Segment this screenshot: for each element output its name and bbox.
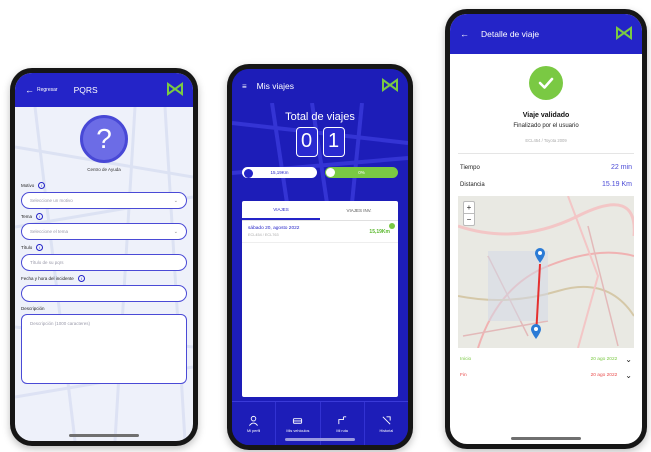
tab-viajes-inv[interactable]: VIAJES INV. — [320, 201, 398, 220]
descripcion-textarea[interactable]: Descripción (1000 caracteres) — [21, 314, 187, 384]
trips-card: VIAJES VIAJES INV. sábado 20, agosto 202… — [242, 201, 398, 397]
app-logo-icon — [167, 82, 183, 96]
detalle-app-bar: ← Detalle de viaje — [450, 14, 642, 54]
counter-digit: 0 — [295, 127, 318, 157]
viajes-screen: ≡ Mis viajes Total de viajes 0 1 15,19Km… — [232, 69, 408, 445]
distance-row: Distancia 15.19 Km — [450, 181, 642, 188]
titulo-input[interactable]: Título de su pqrs — [21, 254, 187, 271]
motivo-label: Motivo — [21, 183, 35, 188]
tab-viajes[interactable]: VIAJES — [242, 201, 320, 220]
destination-pin-icon[interactable] — [530, 324, 542, 340]
map-tiles — [458, 196, 634, 348]
route-icon — [338, 415, 346, 424]
counter-digit: 1 — [322, 127, 345, 157]
trip-list-item[interactable]: sábado 20, agosto 2022 ECL454 / ECL763 1… — [242, 221, 398, 243]
distance-icon — [244, 169, 253, 178]
time-row: Tiempo 22 min — [450, 164, 642, 171]
check-icon — [529, 66, 563, 100]
fecha-label: Fecha y hora del incidente — [21, 276, 74, 281]
phone-pqrs: ← Regresar PQRS ? Centro de Ayuda Motivo… — [10, 68, 198, 446]
trip-distance: 15,19Km — [369, 229, 390, 235]
chevron-down-icon[interactable]: ⌄ — [625, 355, 632, 364]
titulo-label: Título — [21, 245, 33, 250]
phone-mis-viajes: ≡ Mis viajes Total de viajes 0 1 15,19Km… — [227, 64, 413, 450]
distance-label: Distancia — [460, 181, 485, 188]
tema-label: Tema — [21, 214, 33, 219]
divider — [458, 153, 634, 154]
info-icon[interactable]: i — [77, 275, 85, 282]
chevron-down-icon: ⌄ — [173, 197, 178, 204]
trip-counter: 0 1 — [232, 127, 408, 157]
home-indicator — [285, 438, 355, 441]
status-subtitle: Finalizado por el usuario — [513, 123, 579, 129]
app-logo-icon — [382, 78, 398, 92]
menu-icon[interactable]: ≡ — [242, 82, 247, 91]
person-icon — [249, 415, 259, 426]
route-map[interactable]: + − — [458, 196, 634, 348]
car-icon — [293, 417, 303, 424]
help-center[interactable]: ? Centro de Ayuda — [15, 107, 193, 172]
zoom-in-button[interactable]: + — [464, 202, 474, 214]
back-label[interactable]: Regresar — [37, 87, 58, 93]
pqrs-app-bar: ← Regresar PQRS — [15, 73, 193, 107]
page-title: Mis viajes — [256, 81, 294, 91]
history-icon — [382, 415, 391, 424]
time-value: 22 min — [610, 164, 632, 171]
pqrs-screen: ← Regresar PQRS ? Centro de Ayuda Motivo… — [15, 73, 193, 441]
trips-tabs: VIAJES VIAJES INV. — [242, 201, 398, 221]
page-title: PQRS — [73, 85, 98, 95]
start-label: Inicio — [460, 357, 472, 362]
km-pill: 15,19Km — [242, 167, 317, 178]
end-label: Fin — [460, 373, 467, 378]
total-trips-label: Total de viajes — [285, 111, 355, 123]
phone-detalle-viaje: ← Detalle de viaje Viaje validado Finali… — [445, 9, 647, 449]
nav-mi-perfil[interactable]: Mi perfil — [232, 402, 277, 445]
chevron-down-icon: ⌄ — [173, 228, 178, 235]
descripcion-label: Descripción — [21, 306, 45, 311]
fecha-input[interactable] — [21, 285, 187, 302]
info-icon[interactable]: i — [36, 213, 44, 220]
info-icon[interactable]: i — [38, 182, 46, 189]
app-logo-icon — [616, 26, 632, 40]
back-arrow-icon[interactable]: ← — [25, 85, 34, 95]
viajes-app-bar: ≡ Mis viajes — [232, 69, 408, 103]
zoom-control: + − — [463, 201, 475, 226]
page-title: Detalle de viaje — [481, 29, 540, 39]
percent-pill: 0% — [325, 167, 398, 178]
distance-value: 15.19 Km — [602, 181, 632, 188]
end-row[interactable]: Fin 20 ago 2022 ⌄ — [450, 371, 642, 380]
home-indicator — [69, 434, 139, 437]
start-row[interactable]: Inicio 20 ago 2022 ⌄ — [450, 355, 642, 364]
status-title: Viaje validado — [522, 112, 570, 119]
origin-pin-icon[interactable] — [534, 248, 546, 264]
zoom-out-button[interactable]: − — [464, 214, 474, 225]
motivo-select[interactable]: Seleccione un motivo ⌄ — [21, 192, 187, 209]
home-indicator — [511, 437, 581, 440]
pqrs-form: Motivo i Seleccione un motivo ⌄ Tema i Sele… — [15, 172, 193, 384]
start-date: 20 ago 2022 — [590, 357, 618, 362]
info-icon[interactable]: i — [36, 244, 44, 251]
tema-select[interactable]: Seleccione el tema ⌄ — [21, 223, 187, 240]
help-question-icon[interactable]: ? — [80, 115, 128, 163]
chevron-down-icon[interactable]: ⌄ — [625, 371, 632, 380]
nav-historial[interactable]: Historial — [365, 402, 408, 445]
leaf-icon — [326, 168, 335, 177]
detalle-screen: ← Detalle de viaje Viaje validado Finali… — [450, 14, 642, 444]
end-date: 20 ago 2022 — [590, 373, 618, 378]
back-arrow-icon[interactable]: ← — [460, 29, 469, 39]
vehicle-code: ECL454 / Toyota 2009 — [525, 138, 567, 143]
time-label: Tiempo — [460, 164, 480, 171]
summary-pills: 15,19Km 0% — [232, 167, 408, 178]
